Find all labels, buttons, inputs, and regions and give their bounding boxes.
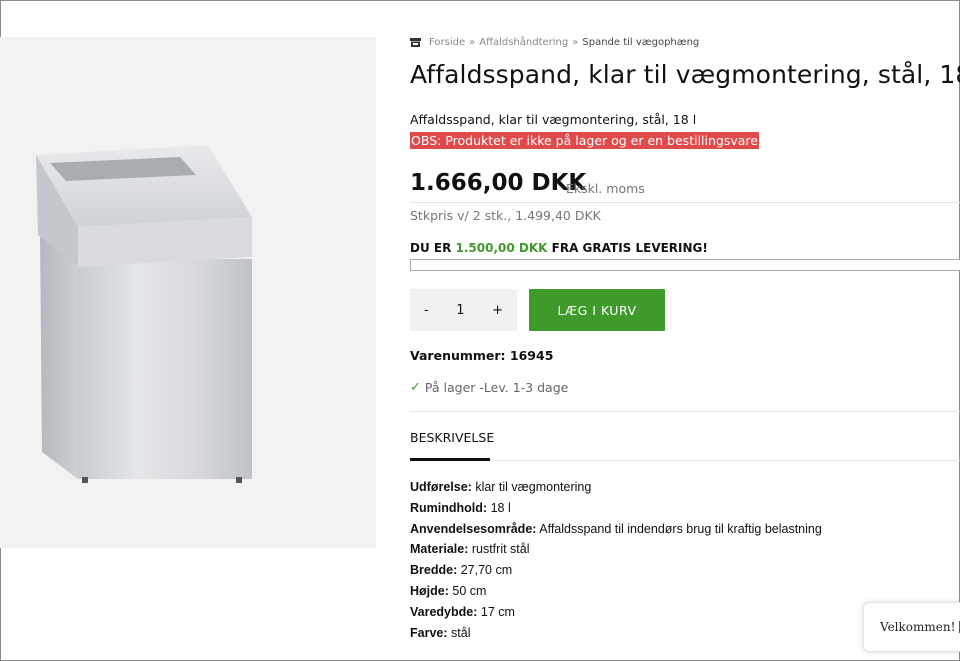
- free-shipping-prefix: DU ER: [410, 241, 452, 255]
- spec-key: Udførelse:: [410, 480, 472, 494]
- stock-status: ✓ På lager -Lev. 1-3 dage: [410, 380, 568, 395]
- breadcrumb-current: Spande til vægophæng: [582, 37, 700, 48]
- spec-list: Udførelse: klar til vægmontering Rumindh…: [410, 480, 822, 646]
- quantity-stepper[interactable]: - 1 +: [410, 289, 517, 331]
- breadcrumb-category-link[interactable]: Affaldshåndtering: [479, 37, 568, 48]
- check-icon: ✓: [410, 380, 421, 395]
- quantity-value[interactable]: 1: [456, 303, 464, 318]
- spec-row: Højde: 50 cm: [410, 584, 822, 605]
- breadcrumb: Forside » Affaldshåndtering » Spande til…: [410, 37, 699, 48]
- spec-value: 17 cm: [480, 604, 515, 619]
- spec-key: Højde:: [410, 583, 449, 598]
- spec-key: Farve:: [410, 625, 448, 640]
- spec-row: Farve: stål: [410, 626, 822, 647]
- product-subtitle: Affaldsspand, klar til vægmontering, stå…: [410, 112, 697, 127]
- add-to-cart-button[interactable]: LÆG I KURV: [529, 289, 665, 331]
- spec-key: Rumindhold:: [410, 500, 488, 515]
- spec-value: rustfrit stål: [471, 542, 530, 557]
- product-image[interactable]: [0, 37, 376, 548]
- spec-row: Anvendelsesområde: Affaldsspand til inde…: [410, 522, 822, 543]
- spec-row: Udførelse: klar til vægmontering: [410, 480, 822, 501]
- divider: [490, 460, 960, 461]
- spec-value: klar til vægmontering: [475, 480, 592, 494]
- breadcrumb-separator: »: [572, 37, 579, 48]
- free-shipping-amount: 1.500,00 DKK: [455, 241, 548, 255]
- spec-row: Bredde: 27,70 cm: [410, 563, 822, 584]
- spec-value: Affaldsspand til indendørs brug til kraf…: [539, 521, 822, 536]
- divider: [410, 411, 960, 412]
- spec-row: Varedybde: 17 cm: [410, 605, 822, 626]
- stock-status-text: På lager -Lev. 1-3 dage: [424, 380, 569, 395]
- spec-key: Anvendelsesområde:: [410, 521, 537, 536]
- spec-value: 27,70 cm: [460, 563, 513, 578]
- spec-value: 18 l: [490, 500, 511, 515]
- waste-bin-illustration: [36, 145, 252, 483]
- chat-greeting: Velkommen!: [880, 620, 956, 634]
- decrement-button[interactable]: -: [424, 303, 429, 318]
- spec-row: Materiale: rustfrit stål: [410, 542, 822, 563]
- increment-button[interactable]: +: [492, 303, 503, 318]
- shop-icon[interactable]: [410, 38, 421, 47]
- sku: Varenummer: 16945: [410, 348, 554, 363]
- divider: [410, 202, 960, 203]
- product-price: 1.666,00 DKK: [410, 170, 587, 196]
- breadcrumb-separator: »: [469, 37, 476, 48]
- breadcrumb-home-link[interactable]: Forside: [429, 37, 465, 48]
- spec-key: Varedybde:: [410, 604, 478, 619]
- active-tab-indicator: [410, 458, 490, 461]
- stock-notice: OBS: Produktet er ikke på lager og er en…: [410, 132, 759, 149]
- spec-value: 50 cm: [452, 583, 487, 598]
- free-shipping-suffix: FRA GRATIS LEVERING!: [551, 241, 708, 255]
- product-title: Affaldsspand, klar til vægmontering, stå…: [410, 60, 960, 89]
- chat-widget[interactable]: Velkommen!: [863, 602, 960, 652]
- spec-value: stål: [451, 625, 471, 640]
- spec-row: Rumindhold: 18 l: [410, 501, 822, 522]
- free-shipping-progress-bar: [410, 259, 960, 271]
- vat-note: Ekskl. moms: [566, 181, 645, 196]
- spec-key: Bredde:: [410, 563, 458, 578]
- free-shipping-message: DU ER 1.500,00 DKK FRA GRATIS LEVERING!: [410, 241, 708, 255]
- tab-description[interactable]: BESKRIVELSE: [410, 430, 494, 445]
- unit-price: Stkpris v/ 2 stk., 1.499,40 DKK: [410, 208, 601, 223]
- spec-key: Materiale:: [410, 542, 469, 557]
